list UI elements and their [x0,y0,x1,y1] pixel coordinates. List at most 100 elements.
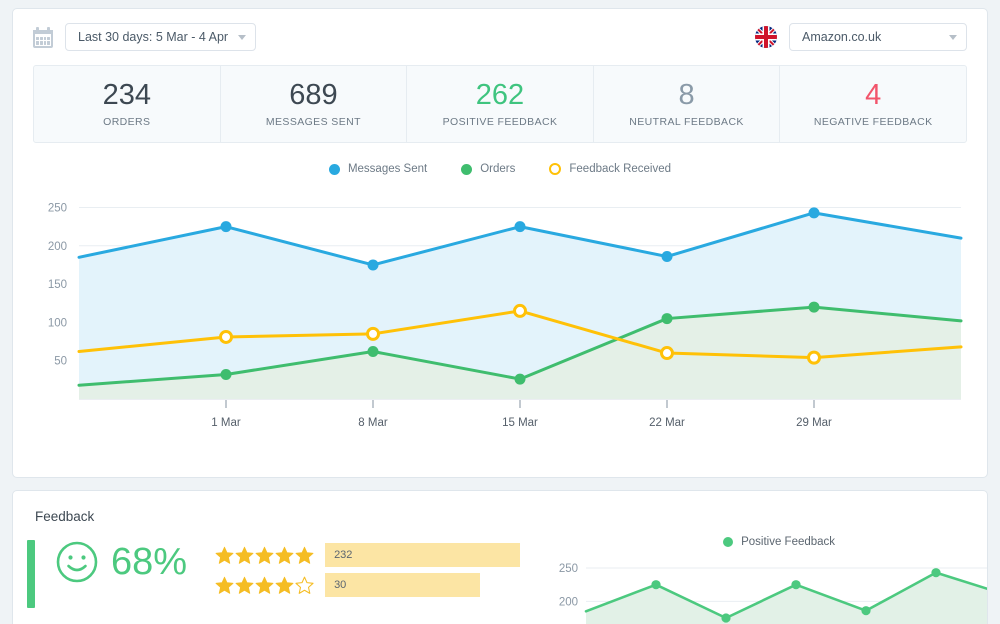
stat-label: POSITIVE FEEDBACK [443,116,558,128]
legend-item-feedback-received[interactable]: Feedback Received [549,163,671,175]
chevron-down-icon [949,35,957,40]
legend-item-messages-sent[interactable]: Messages Sent [329,163,427,175]
toolbar-left: Last 30 days: 5 Mar - 4 Apr [33,23,256,51]
stat-value: 234 [103,80,151,111]
x-axis-tick-label: 22 Mar [649,417,685,429]
y-axis-tick-label: 50 [54,356,67,368]
mini-chart-legend: Positive Feedback [544,536,988,548]
star-filled-icon [215,546,234,565]
legend-label: Messages Sent [348,163,427,175]
legend-label: Positive Feedback [741,536,835,548]
overview-panel: Last 30 days: 5 Mar - 4 Apr Amazon.co.uk [12,8,988,478]
y-axis-tick-label: 150 [48,279,67,291]
data-point-marker [368,259,379,270]
data-point-marker [221,221,232,232]
data-point-marker [221,331,232,342]
stat-cards: 234 ORDERS 689 MESSAGES SENT 262 POSITIV… [33,65,967,143]
data-point-marker [721,613,730,622]
stat-card-neutral-feedback: 8 NEUTRAL FEEDBACK [594,66,781,142]
uk-flag-icon [755,26,777,48]
toolbar: Last 30 days: 5 Mar - 4 Apr Amazon.co.uk [13,9,987,65]
stat-value: 8 [679,80,695,111]
calendar-icon [33,27,53,48]
star-count-value: 232 [334,549,352,561]
star-count-value: 30 [334,579,346,591]
x-axis-tick-label: 15 Mar [502,417,538,429]
data-point-marker [221,369,232,380]
legend-dot-icon [723,537,733,547]
data-point-marker [368,346,379,357]
stat-label: MESSAGES SENT [266,116,361,128]
chevron-down-icon [238,35,246,40]
main-chart: 250200150100501 Mar8 Mar15 Mar22 Mar29 M… [13,181,987,461]
star-filled-icon [295,546,314,565]
dashboard-page: Last 30 days: 5 Mar - 4 Apr Amazon.co.uk [0,0,1000,624]
smiley-face-icon [55,540,99,584]
feedback-body: 68% 232 30 [13,540,987,624]
stat-value: 4 [865,80,881,111]
data-point-marker [515,221,526,232]
star-rating-5 [215,546,315,565]
star-filled-icon [255,546,274,565]
star-filled-icon [235,546,254,565]
legend-label: Orders [480,163,515,175]
data-point-marker [662,313,673,324]
legend-dot-icon [329,164,340,175]
data-point-marker [809,352,820,363]
stat-label: ORDERS [103,116,150,128]
data-point-marker [809,207,820,218]
star-row: 30 [215,570,520,600]
y-axis-tick-label: 200 [559,596,578,608]
star-rating-rows: 232 30 [215,540,520,624]
star-empty-icon [295,576,314,595]
star-count-bar: 232 [325,543,520,567]
star-filled-icon [275,576,294,595]
stat-card-negative-feedback: 4 NEGATIVE FEEDBACK [780,66,966,142]
legend-item-orders[interactable]: Orders [461,163,515,175]
y-axis-tick-label: 100 [48,317,67,329]
main-chart-svg: 250200150100501 Mar8 Mar15 Mar22 Mar29 M… [13,181,989,461]
data-point-marker [861,606,870,615]
y-axis-tick-label: 250 [48,202,67,214]
data-point-marker [662,348,673,359]
data-point-marker [515,305,526,316]
positive-feedback-chart: Positive Feedback 250200 [544,540,988,624]
data-point-marker [931,568,940,577]
x-axis-tick-label: 1 Mar [211,417,241,429]
date-range-select[interactable]: Last 30 days: 5 Mar - 4 Apr [65,23,256,51]
y-axis-tick-label: 200 [48,241,67,253]
star-filled-icon [235,576,254,595]
star-rating-4 [215,576,315,595]
feedback-panel: Feedback 68% 232 [12,490,988,624]
star-filled-icon [255,576,274,595]
data-point-marker [515,374,526,385]
legend-dot-icon [461,164,472,175]
star-filled-icon [215,576,234,595]
date-range-value: Last 30 days: 5 Mar - 4 Apr [78,30,228,44]
stat-card-orders: 234 ORDERS [34,66,221,142]
feedback-percent: 68% [111,543,187,581]
smiley-score: 68% [55,540,187,584]
marketplace-select[interactable]: Amazon.co.uk [789,23,967,51]
toolbar-right: Amazon.co.uk [755,23,967,51]
mini-chart-svg: 250 200 [544,548,988,624]
data-point-marker [651,580,660,589]
score-accent-bar [27,540,35,608]
data-point-marker [791,580,800,589]
star-count-bar: 30 [325,573,480,597]
data-point-marker [662,251,673,262]
stat-label: NEUTRAL FEEDBACK [629,116,744,128]
feedback-score-group: 68% [13,540,187,624]
legend-label: Feedback Received [569,163,671,175]
stat-card-messages-sent: 689 MESSAGES SENT [221,66,408,142]
feedback-title: Feedback [13,491,987,524]
legend-dot-icon [549,163,561,175]
star-row: 232 [215,540,520,570]
chart-legend: Messages Sent Orders Feedback Received [13,163,987,175]
data-point-marker [368,328,379,339]
stat-label: NEGATIVE FEEDBACK [814,116,933,128]
stat-card-positive-feedback: 262 POSITIVE FEEDBACK [407,66,594,142]
marketplace-value: Amazon.co.uk [802,30,881,44]
x-axis-tick-label: 29 Mar [796,417,832,429]
y-axis-tick-label: 250 [559,563,578,575]
